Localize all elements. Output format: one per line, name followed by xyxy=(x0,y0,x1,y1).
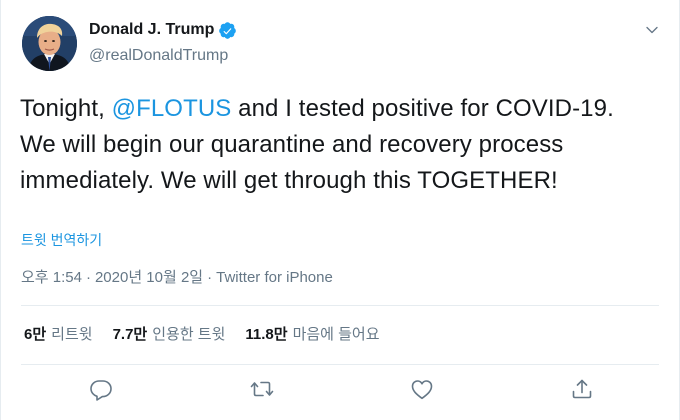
tweet-card: Donald J. Trump @realDonaldTrump Tonight… xyxy=(0,0,680,420)
display-name-text[interactable]: Donald J. Trump xyxy=(89,20,214,40)
meta-separator: · xyxy=(85,269,91,286)
tweet-metadata: 오후 1:54 · 2020년 10월 2일 · Twitter for iPhone xyxy=(21,268,333,288)
tweet-text: Tonight, @FLOTUS and I tested positive f… xyxy=(20,91,645,199)
meta-separator: · xyxy=(207,269,213,286)
avatar[interactable] xyxy=(22,16,77,71)
user-handle[interactable]: @realDonaldTrump xyxy=(89,46,237,66)
verified-badge-icon xyxy=(218,21,237,40)
tweet-source[interactable]: Twitter for iPhone xyxy=(216,269,333,286)
retweet-icon[interactable] xyxy=(250,377,274,401)
likes-count: 11.8만 xyxy=(245,326,288,343)
heart-icon[interactable] xyxy=(410,377,434,401)
quote-tweets-stat[interactable]: 7.7만 인용한 트윗 xyxy=(113,325,226,345)
reply-icon[interactable] xyxy=(89,377,113,401)
chevron-down-icon[interactable] xyxy=(642,20,662,40)
retweets-stat[interactable]: 6만 리트윗 xyxy=(24,325,93,345)
tweet-actions xyxy=(1,377,680,403)
tweet-text-before: Tonight, xyxy=(20,95,112,122)
share-icon[interactable] xyxy=(570,377,594,401)
divider xyxy=(21,364,659,365)
translate-tweet-link[interactable]: 트윗 번역하기 xyxy=(21,230,102,250)
divider xyxy=(21,305,659,306)
tweet-stats: 6만 리트윗 7.7만 인용한 트윗 11.8만 마음에 들어요 xyxy=(24,325,400,345)
likes-label: 마음에 들어요 xyxy=(292,326,380,343)
mention-link[interactable]: @FLOTUS xyxy=(112,95,232,122)
quote-tweets-count: 7.7만 xyxy=(112,326,148,343)
likes-stat[interactable]: 11.8만 마음에 들어요 xyxy=(245,325,379,345)
quote-tweets-label: 인용한 트윗 xyxy=(152,326,226,343)
retweets-label: 리트윗 xyxy=(51,326,93,343)
user-info: Donald J. Trump @realDonaldTrump xyxy=(89,20,237,66)
tweet-time[interactable]: 오후 1:54 xyxy=(21,269,82,286)
display-name[interactable]: Donald J. Trump xyxy=(89,20,237,40)
tweet-header: Donald J. Trump @realDonaldTrump xyxy=(22,16,662,74)
tweet-date[interactable]: 2020년 10월 2일 xyxy=(95,269,203,286)
retweets-count: 6만 xyxy=(24,326,47,343)
